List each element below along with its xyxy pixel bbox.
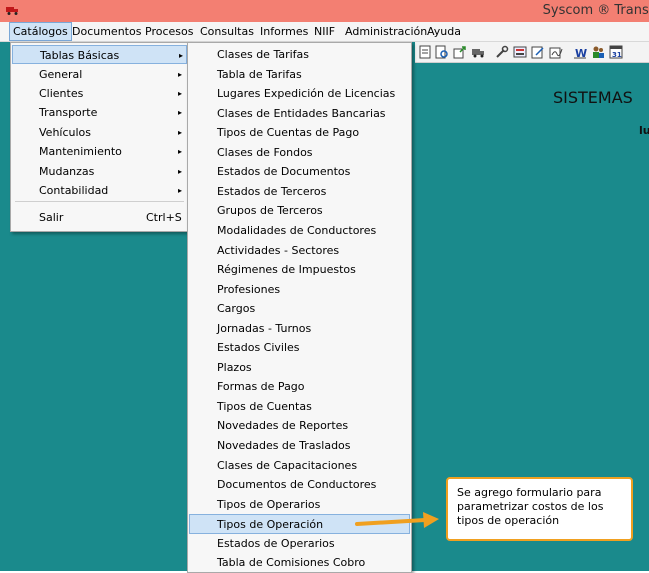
callout-text: Se agrego formulario para parametrizar c… [457, 486, 604, 527]
annotation-callout: Se agrego formulario para parametrizar c… [446, 477, 633, 541]
